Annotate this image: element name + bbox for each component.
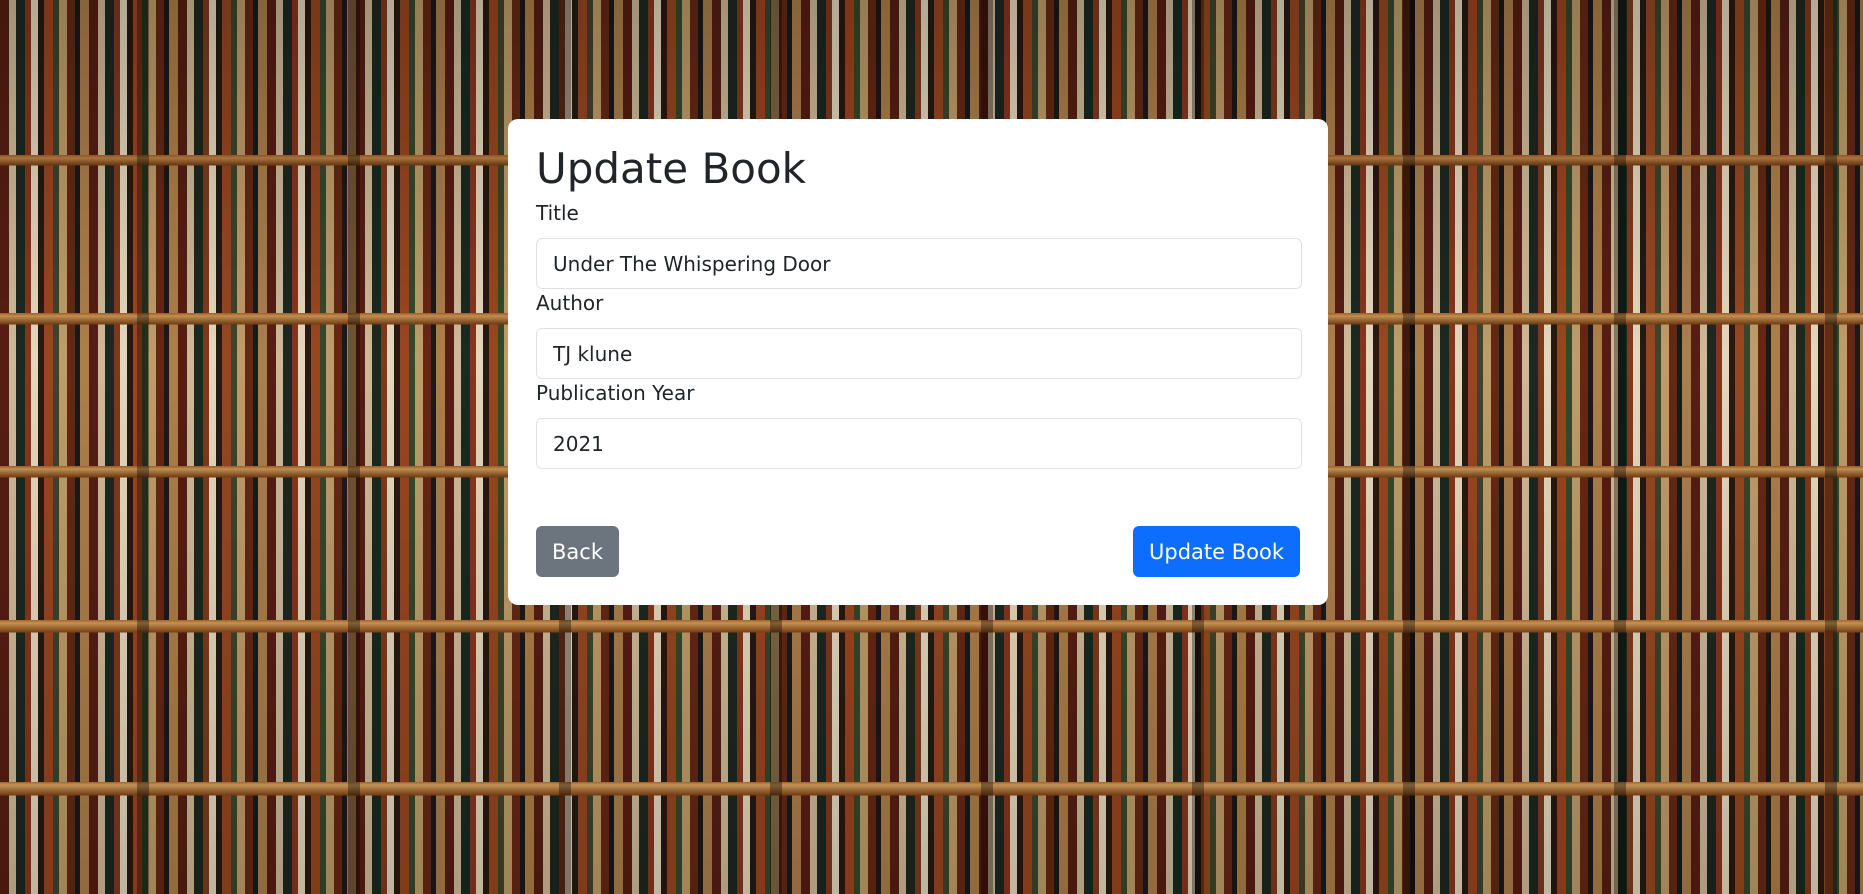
page-title: Update Book [536,144,806,193]
form-actions: Back Update Book [536,526,1300,577]
title-input[interactable] [536,238,1302,289]
title-label: Title [536,201,579,225]
author-field-group: Author [536,289,1302,379]
author-label: Author [536,291,604,315]
author-input[interactable] [536,328,1302,379]
title-field-group: Title [536,199,1302,289]
publication-year-input[interactable] [536,418,1302,469]
publication-year-field-group: Publication Year [536,379,1302,469]
update-book-button[interactable]: Update Book [1133,526,1300,577]
page: Update Book Title Author Publication Yea… [0,0,1863,894]
update-book-card: Update Book Title Author Publication Yea… [508,119,1328,605]
publication-year-label: Publication Year [536,381,695,405]
back-button[interactable]: Back [536,526,619,577]
